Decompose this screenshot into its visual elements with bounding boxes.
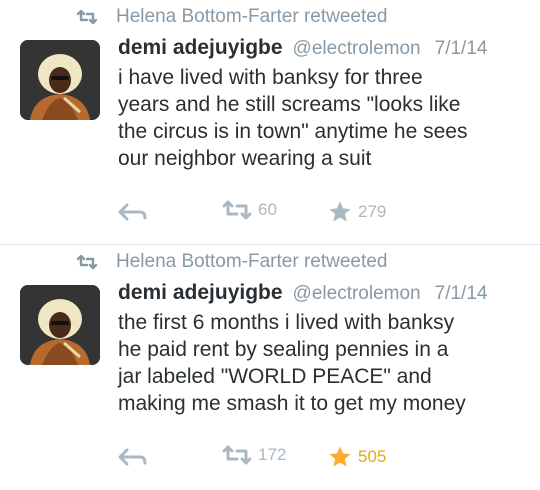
- tweet[interactable]: Helena Bottom-Farter retweeted demi adej…: [0, 0, 540, 244]
- avatar-image: [20, 285, 100, 365]
- retweet-icon: [76, 9, 98, 25]
- retweet-count: 172: [258, 445, 287, 464]
- tweet-text: the first 6 months i lived with banksy h…: [118, 311, 466, 415]
- retweeted-by-line: Helena Bottom-Farter retweeted: [76, 251, 387, 273]
- tweet[interactable]: Helena Bottom-Farter retweeted demi adej…: [0, 244, 540, 490]
- reply-icon[interactable]: [118, 447, 148, 467]
- retweet-icon: [76, 254, 98, 270]
- retweet-button[interactable]: 172: [222, 445, 286, 465]
- star-icon: [329, 446, 351, 467]
- tweet-text: i have lived with banksy for three years…: [118, 66, 468, 170]
- author-name[interactable]: demi adejuyigbe: [118, 281, 283, 305]
- reply-icon[interactable]: [118, 202, 148, 222]
- author-handle[interactable]: @electrolemon: [293, 283, 421, 305]
- avatar[interactable]: [20, 285, 100, 365]
- avatar-image: [20, 40, 100, 120]
- tweet-actions: 172 505: [118, 441, 418, 473]
- retweeted-by-text[interactable]: Helena Bottom-Farter retweeted: [116, 251, 387, 273]
- tweet-date[interactable]: 7/1/14: [435, 38, 488, 60]
- star-icon: [329, 201, 351, 222]
- avatar[interactable]: [20, 40, 100, 120]
- favorite-button[interactable]: 505: [328, 445, 386, 469]
- favorite-button[interactable]: 279: [328, 200, 386, 224]
- author-handle[interactable]: @electrolemon: [293, 38, 421, 60]
- retweeted-by-text[interactable]: Helena Bottom-Farter retweeted: [116, 6, 387, 28]
- tweet-date[interactable]: 7/1/14: [435, 283, 488, 305]
- author-name[interactable]: demi adejuyigbe: [118, 36, 283, 60]
- tweet-actions: 60 279: [118, 196, 418, 228]
- retweet-count: 60: [258, 200, 277, 219]
- retweeted-by-line: Helena Bottom-Farter retweeted: [76, 6, 387, 28]
- retweet-icon: [222, 200, 252, 220]
- favorite-count: 505: [358, 447, 387, 466]
- retweet-icon: [222, 445, 252, 465]
- favorite-count: 279: [358, 202, 387, 221]
- retweet-button[interactable]: 60: [222, 200, 277, 220]
